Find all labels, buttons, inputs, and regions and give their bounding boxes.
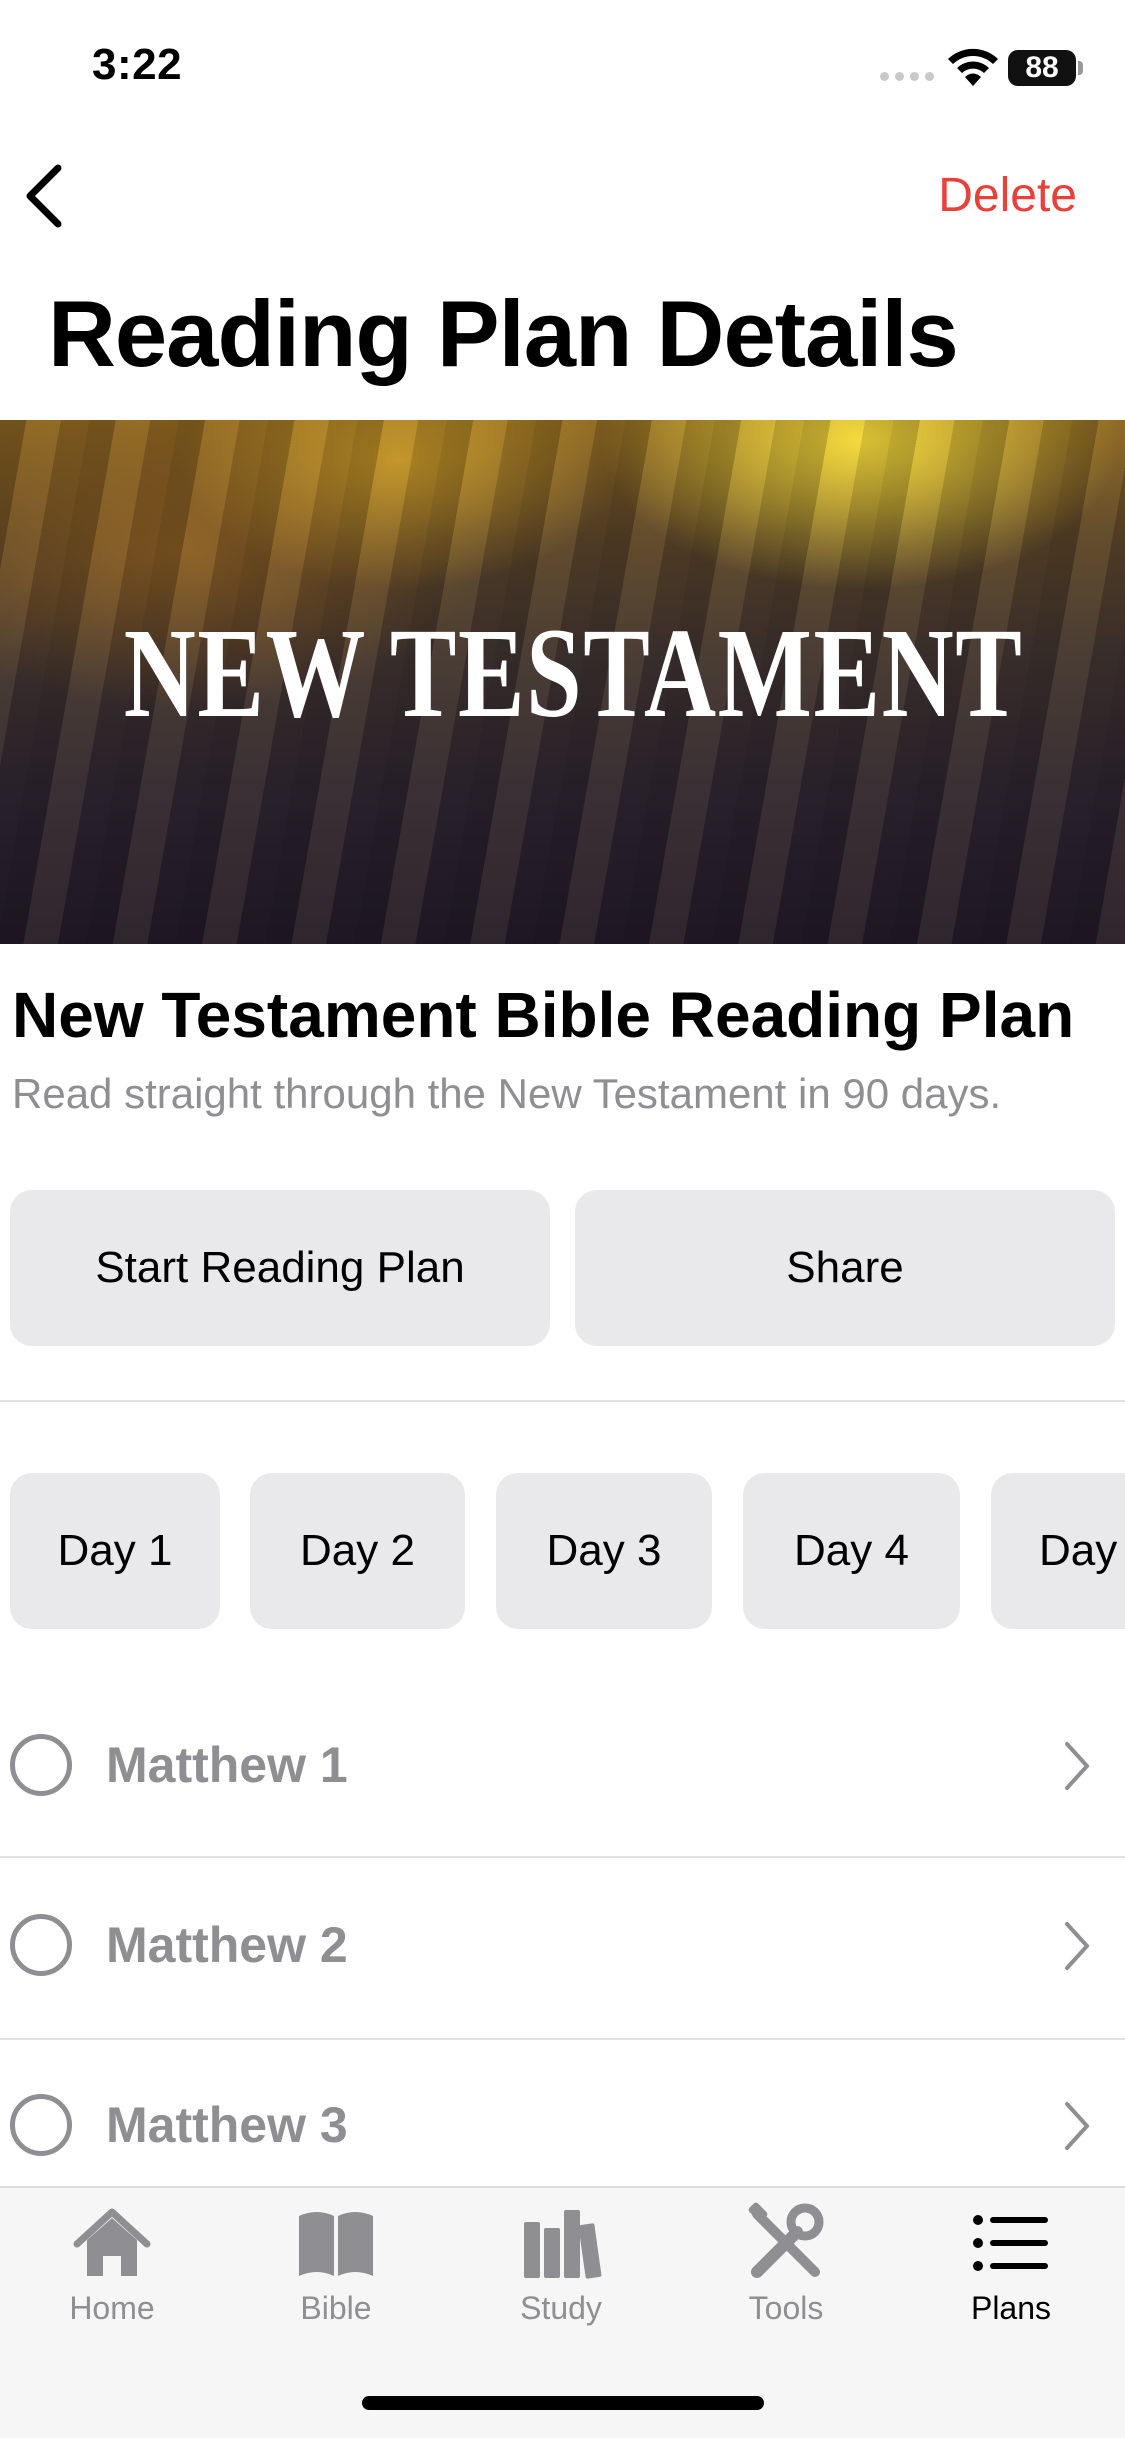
battery-icon: 88: [1008, 50, 1076, 86]
tab-bible[interactable]: Bible: [256, 2200, 416, 2327]
start-reading-plan-button[interactable]: Start Reading Plan: [10, 1190, 550, 1346]
cellular-signal-icon: [880, 72, 934, 81]
checkbox-circle-icon[interactable]: [10, 1914, 72, 1976]
reading-label: Matthew 1: [106, 1737, 348, 1793]
tab-label: Tools: [748, 2290, 824, 2326]
tab-plans[interactable]: Plans: [931, 2200, 1091, 2327]
chevron-right-icon: [1065, 1742, 1089, 1790]
list-icon: [973, 2215, 1048, 2271]
reading-label: Matthew 2: [106, 1917, 348, 1973]
battery-tip: [1078, 61, 1083, 75]
tab-label: Plans: [970, 2290, 1052, 2326]
reading-label: Matthew 3: [106, 2097, 348, 2153]
back-chevron-icon[interactable]: [18, 160, 68, 232]
checkbox-circle-icon[interactable]: [10, 2094, 72, 2156]
plan-title: New Testament Bible Reading Plan: [12, 979, 1075, 1051]
wifi-icon: [948, 48, 998, 86]
tab-study[interactable]: Study: [481, 2200, 641, 2327]
day-chip-2[interactable]: Day 2: [250, 1473, 465, 1629]
day-chip-1[interactable]: Day 1: [10, 1473, 220, 1629]
chevron-right-icon: [1065, 1922, 1089, 1970]
share-button[interactable]: Share: [575, 1190, 1115, 1346]
day-chip-4[interactable]: Day 4: [743, 1473, 960, 1629]
status-time: 3:22: [92, 40, 183, 89]
cover-image-text: NEW TESTAMENT: [123, 602, 1024, 744]
tools-icon: [748, 2202, 824, 2278]
tab-label: Study: [520, 2290, 602, 2326]
tab-label: Bible: [300, 2290, 372, 2326]
tab-tools[interactable]: Tools: [706, 2200, 866, 2327]
books-icon: [524, 2210, 602, 2279]
chevron-right-icon: [1065, 2102, 1089, 2150]
page-title: Reading Plan Details: [48, 281, 959, 386]
plan-description: Read straight through the New Testament …: [12, 1070, 1002, 1117]
day-chip-3[interactable]: Day 3: [496, 1473, 712, 1629]
delete-button[interactable]: Delete: [938, 168, 1077, 223]
home-icon: [73, 2208, 151, 2276]
reading-row[interactable]: Matthew 2: [0, 1858, 1125, 2038]
tab-home[interactable]: Home: [32, 2200, 192, 2327]
section-divider: [0, 1400, 1125, 1402]
tab-label: Home: [69, 2290, 155, 2326]
reading-row[interactable]: Matthew 1: [0, 1676, 1125, 1856]
book-icon: [299, 2212, 373, 2276]
home-indicator: [362, 2396, 764, 2410]
checkbox-circle-icon[interactable]: [10, 1734, 72, 1796]
day-chip-5[interactable]: Day 5: [991, 1473, 1125, 1629]
